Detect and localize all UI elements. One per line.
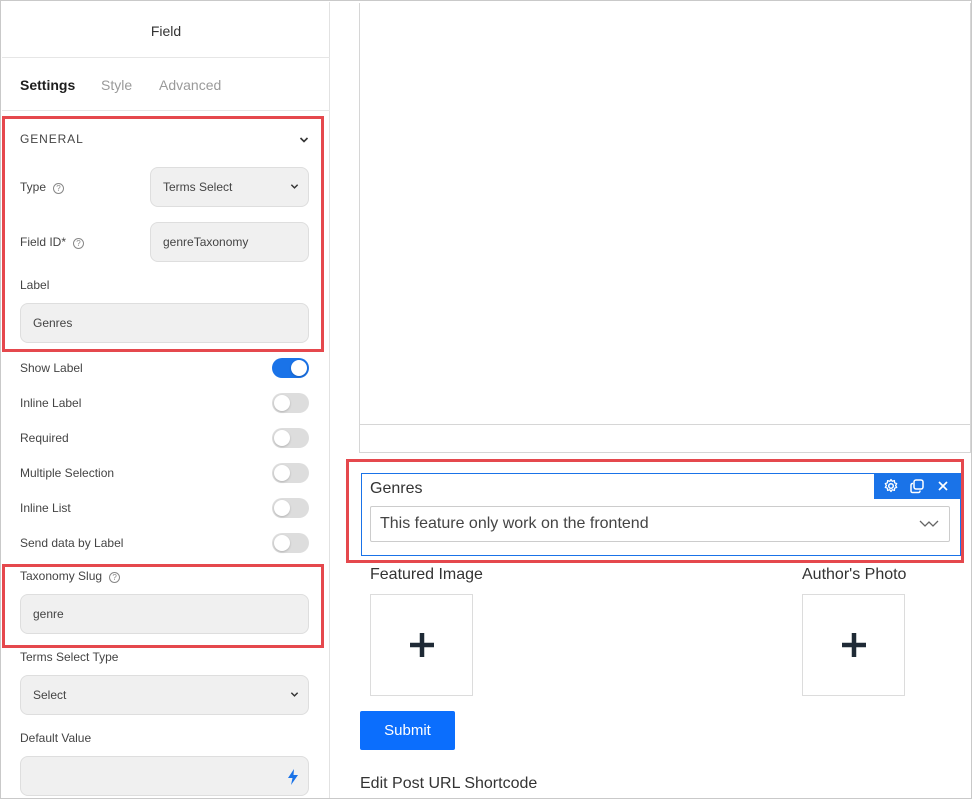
authors-photo-label: Author's Photo xyxy=(802,566,907,583)
send-data-by-label-text: Send data by Label xyxy=(20,536,124,550)
help-icon[interactable]: ? xyxy=(73,238,85,249)
section-general-heading[interactable]: GENERAL xyxy=(20,132,84,146)
field-toolbar xyxy=(874,473,960,499)
taxonomy-slug-label-text: Taxonomy Slug xyxy=(20,569,103,583)
duplicate-icon[interactable] xyxy=(907,476,927,496)
taxonomy-slug-input[interactable]: genre xyxy=(20,594,309,634)
label-value: Genres xyxy=(33,316,73,330)
tab-settings[interactable]: Settings xyxy=(20,77,75,93)
app-frame: Field Settings Style Advanced GENERAL Ty… xyxy=(0,0,972,799)
toggle-knob xyxy=(274,500,290,516)
terms-select-type-select[interactable]: Select xyxy=(20,675,309,715)
tab-style[interactable]: Style xyxy=(101,77,132,93)
terms-select-type-label: Terms Select Type xyxy=(20,650,119,664)
inline-list-toggle[interactable] xyxy=(272,498,309,518)
settings-panel: Field Settings Style Advanced GENERAL Ty… xyxy=(2,2,330,798)
panel-tabs: Settings Style Advanced xyxy=(2,59,330,111)
authors-photo-upload[interactable] xyxy=(802,594,905,696)
type-select[interactable]: Terms Select xyxy=(150,167,309,207)
chevron-down-icon xyxy=(290,184,299,189)
required-toggle[interactable] xyxy=(272,428,309,448)
content-preview-area xyxy=(359,3,971,453)
inline-list-text: Inline List xyxy=(20,501,71,515)
help-icon[interactable]: ? xyxy=(53,183,65,194)
close-icon[interactable] xyxy=(933,476,953,496)
field-id-value: genreTaxonomy xyxy=(163,235,249,249)
genres-label: Genres xyxy=(370,480,423,497)
field-id-label-text: Field ID* xyxy=(20,235,67,249)
default-value-input[interactable] xyxy=(20,756,309,796)
inline-label-toggle[interactable] xyxy=(272,393,309,413)
genres-field-block[interactable]: Genres This feature only work on the fro… xyxy=(361,473,961,556)
terms-select-type-value: Select xyxy=(33,688,67,702)
submit-button[interactable]: Submit xyxy=(360,711,455,750)
settings-gear-icon[interactable] xyxy=(881,476,901,496)
chevron-down-icon xyxy=(290,692,299,697)
show-label-text: Show Label xyxy=(20,361,83,375)
tab-advanced[interactable]: Advanced xyxy=(159,77,221,93)
type-label: Type? xyxy=(20,180,65,194)
show-label-toggle[interactable] xyxy=(272,358,309,378)
divider xyxy=(360,424,971,425)
lightning-icon[interactable] xyxy=(288,769,298,785)
type-label-text: Type xyxy=(20,180,47,194)
edit-post-url-label: Edit Post URL Shortcode xyxy=(360,775,538,792)
toggle-knob xyxy=(274,395,290,411)
multiple-selection-toggle[interactable] xyxy=(272,463,309,483)
plus-icon xyxy=(409,633,434,657)
toggle-knob xyxy=(274,430,290,446)
field-id-label: Field ID*? xyxy=(20,235,85,249)
toggle-knob xyxy=(291,360,307,376)
label-input[interactable]: Genres xyxy=(20,303,309,343)
toggle-knob xyxy=(274,535,290,551)
genres-select[interactable]: This feature only work on the frontend xyxy=(370,506,950,542)
help-icon[interactable]: ? xyxy=(109,572,121,583)
multiple-selection-text: Multiple Selection xyxy=(20,466,115,480)
chevron-down-icon xyxy=(919,520,939,527)
plus-icon xyxy=(841,633,866,657)
featured-image-upload[interactable] xyxy=(370,594,473,696)
taxonomy-slug-label: Taxonomy Slug? xyxy=(20,569,121,583)
type-select-value: Terms Select xyxy=(163,180,233,194)
required-text: Required xyxy=(20,431,69,445)
toggle-knob xyxy=(274,465,290,481)
featured-image-label: Featured Image xyxy=(370,566,483,583)
default-value-label: Default Value xyxy=(20,731,92,745)
label-label: Label xyxy=(20,278,50,292)
taxonomy-slug-value: genre xyxy=(33,607,64,621)
genres-select-text: This feature only work on the frontend xyxy=(380,515,649,532)
field-id-input[interactable]: genreTaxonomy xyxy=(150,222,309,262)
chevron-down-icon[interactable] xyxy=(299,135,309,145)
panel-title: Field xyxy=(2,2,330,58)
inline-label-text: Inline Label xyxy=(20,396,82,410)
send-data-by-label-toggle[interactable] xyxy=(272,533,309,553)
